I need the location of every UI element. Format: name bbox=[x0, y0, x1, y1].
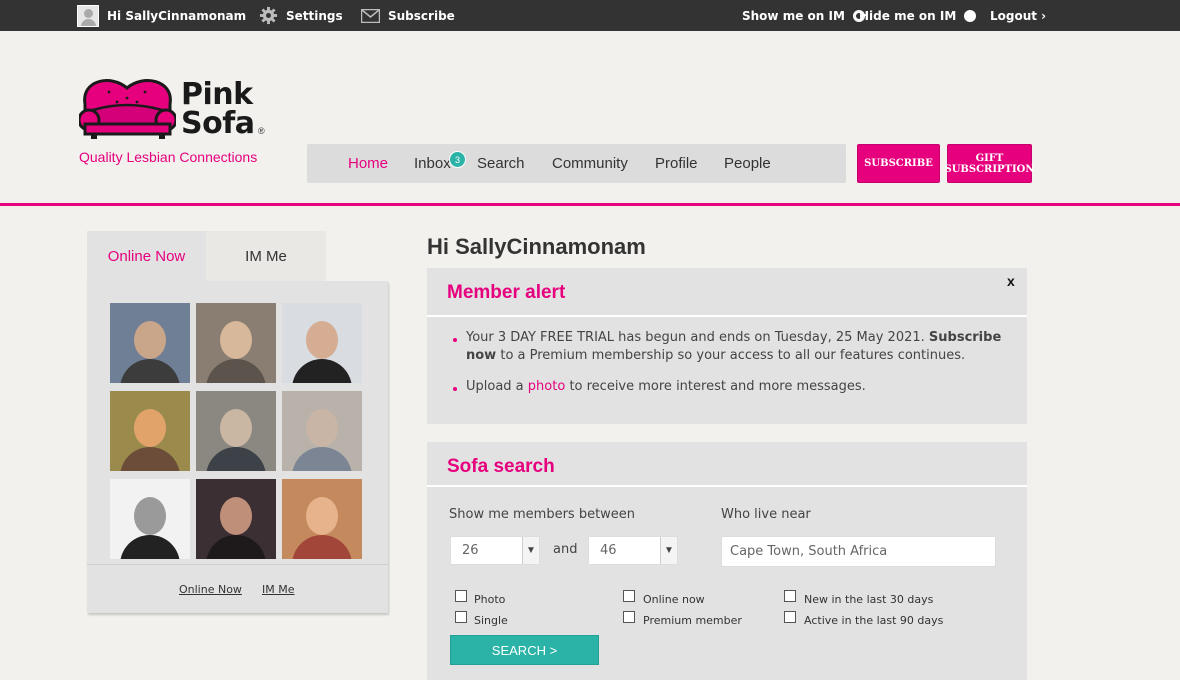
brand-name-line1: Pink bbox=[181, 77, 253, 112]
user-menu[interactable]: Hi SallyCinnamonam bbox=[77, 0, 246, 31]
member-photo[interactable] bbox=[110, 479, 190, 559]
photo-checkbox[interactable] bbox=[455, 590, 467, 602]
hide-on-im-radio[interactable] bbox=[964, 9, 977, 22]
member-photo[interactable] bbox=[196, 391, 276, 471]
nav-profile[interactable]: Profile bbox=[655, 155, 698, 172]
header-divider bbox=[0, 203, 1180, 206]
age-range-label: Show me members between bbox=[449, 507, 636, 522]
user-avatar-icon bbox=[77, 4, 99, 27]
online-panel-footer: Online Now IM Me bbox=[87, 564, 388, 596]
upload-prefix: Upload a bbox=[466, 379, 524, 394]
inbox-count-badge: 3 bbox=[449, 151, 466, 168]
member-photo[interactable] bbox=[196, 303, 276, 383]
location-label: Who live near bbox=[721, 507, 811, 522]
subscribe-label: Subscribe bbox=[388, 8, 455, 23]
alert-divider bbox=[427, 315, 1027, 317]
age-max-value: 46 bbox=[600, 543, 617, 558]
online-members-panel: Online Now IM Me bbox=[87, 281, 388, 613]
member-photo[interactable] bbox=[282, 391, 362, 471]
logout-link[interactable]: Logout › bbox=[990, 0, 1046, 31]
single-checkbox-label: Single bbox=[474, 614, 508, 627]
subscribe-button[interactable]: SUBSCRIBE bbox=[857, 144, 940, 183]
show-on-im-option[interactable]: Show me on IM bbox=[742, 0, 865, 31]
brand-wordmark: Pink Sofa bbox=[181, 77, 255, 141]
trial-text: Your 3 DAY FREE TRIAL has begun and ends… bbox=[466, 330, 925, 345]
show-on-im-label: Show me on IM bbox=[742, 8, 845, 23]
nav-community[interactable]: Community bbox=[552, 155, 628, 172]
settings-link[interactable]: Settings bbox=[259, 0, 343, 31]
registered-mark: ® bbox=[258, 126, 265, 136]
single-checkbox[interactable] bbox=[455, 611, 467, 623]
and-label: and bbox=[553, 542, 578, 557]
envelope-icon bbox=[361, 8, 380, 23]
pink-sofa-logo-icon[interactable] bbox=[79, 74, 176, 140]
chevron-down-icon: ▼ bbox=[522, 537, 539, 564]
active-90-days-checkbox[interactable] bbox=[784, 611, 796, 623]
new-30-days-checkbox-label: New in the last 30 days bbox=[804, 593, 934, 606]
search-divider bbox=[427, 485, 1027, 487]
page-greeting: Hi SallyCinnamonam bbox=[427, 234, 646, 259]
sofa-search-title: Sofa search bbox=[447, 456, 555, 477]
age-min-value: 26 bbox=[462, 543, 479, 558]
member-alert-panel: Member alert x Your 3 DAY FREE TRIAL has… bbox=[427, 268, 1027, 424]
tab-online-now[interactable]: Online Now bbox=[87, 231, 206, 281]
upload-message: Upload a photo to receive more interest … bbox=[466, 378, 1026, 396]
gift-button-line1: GIFT bbox=[975, 152, 1004, 164]
member-alert-title: Member alert bbox=[447, 282, 566, 303]
nav-home[interactable]: Home bbox=[348, 155, 388, 172]
gift-subscription-button[interactable]: GIFT SUBSCRIPTION bbox=[944, 144, 1035, 183]
settings-label: Settings bbox=[286, 8, 343, 23]
user-greeting: Hi SallyCinnamonam bbox=[107, 8, 247, 23]
premium-checkbox[interactable] bbox=[623, 611, 635, 623]
hide-on-im-option[interactable]: Hide me on IM bbox=[859, 0, 977, 31]
tab-im-me[interactable]: IM Me bbox=[206, 231, 326, 281]
age-min-select[interactable]: 26 ▼ bbox=[450, 536, 540, 565]
trial-text-2: to a Premium membership so your access t… bbox=[500, 348, 966, 363]
brand-tagline: Quality Lesbian Connections bbox=[79, 149, 258, 165]
member-photo[interactable] bbox=[110, 303, 190, 383]
main-nav: Home Inbox 3 Search Community Profile Pe… bbox=[307, 144, 846, 183]
logout-label: Logout › bbox=[990, 8, 1047, 23]
im-me-link[interactable]: IM Me bbox=[262, 583, 295, 596]
member-photo[interactable] bbox=[282, 479, 362, 559]
top-bar: Hi SallyCinnamonam Settings Subscribe Sh… bbox=[0, 0, 1180, 31]
subscribe-link[interactable]: Subscribe bbox=[361, 0, 455, 31]
hide-on-im-label: Hide me on IM bbox=[859, 8, 957, 23]
location-input[interactable]: Cape Town, South Africa bbox=[721, 536, 996, 567]
online-now-checkbox-label: Online now bbox=[643, 593, 705, 606]
search-button[interactable]: SEARCH > bbox=[450, 635, 599, 665]
close-alert-button[interactable]: x bbox=[1007, 273, 1015, 289]
premium-checkbox-label: Premium member bbox=[643, 614, 742, 627]
gift-button-line2: SUBSCRIPTION bbox=[944, 163, 1035, 175]
trial-message: Your 3 DAY FREE TRIAL has begun and ends… bbox=[466, 329, 1026, 365]
nav-people[interactable]: People bbox=[724, 155, 771, 172]
gear-icon bbox=[259, 6, 278, 25]
member-photo[interactable] bbox=[196, 479, 276, 559]
bullet-icon bbox=[453, 387, 457, 391]
online-now-link[interactable]: Online Now bbox=[179, 583, 242, 596]
chevron-down-icon: ▼ bbox=[660, 537, 677, 564]
upload-suffix: to receive more interest and more messag… bbox=[569, 379, 866, 394]
new-30-days-checkbox[interactable] bbox=[784, 590, 796, 602]
photo-link[interactable]: photo bbox=[528, 379, 566, 394]
online-now-checkbox[interactable] bbox=[623, 590, 635, 602]
nav-search[interactable]: Search bbox=[477, 155, 525, 172]
bullet-icon bbox=[453, 338, 457, 342]
nav-inbox[interactable]: Inbox bbox=[414, 155, 451, 172]
age-max-select[interactable]: 46 ▼ bbox=[588, 536, 678, 565]
active-90-days-checkbox-label: Active in the last 90 days bbox=[804, 614, 944, 627]
member-photo[interactable] bbox=[282, 303, 362, 383]
photo-checkbox-label: Photo bbox=[474, 593, 506, 606]
brand-name-line2: Sofa bbox=[181, 106, 255, 141]
member-photo[interactable] bbox=[110, 391, 190, 471]
